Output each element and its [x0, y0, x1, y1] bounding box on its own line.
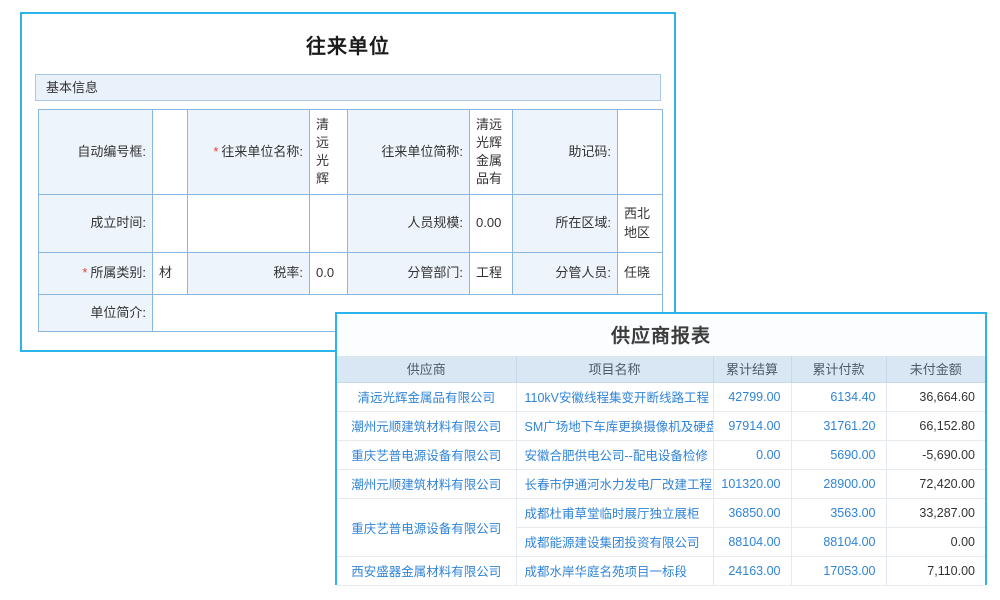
paid-cell: 5690.00 — [791, 440, 886, 469]
report-title: 供应商报表 — [337, 314, 985, 356]
supplier-cell[interactable]: 潮州元顺建筑材料有限公司 — [337, 411, 516, 440]
section-header-basic-info: 基本信息 — [35, 74, 661, 101]
required-marker: * — [213, 144, 218, 159]
settled-cell: 88104.00 — [713, 527, 791, 556]
table-row: 西安盛器金属材料有限公司 成都水岸华庭名苑项目一标段 24163.00 1705… — [337, 556, 985, 585]
settled-cell: 36850.00 — [713, 498, 791, 527]
region-field[interactable]: 西北地区 — [618, 195, 663, 253]
form-row-1: 自动编号框: *往来单位名称: 清远光辉 往来单位简称: 清远光辉金属品有 助记… — [39, 110, 663, 195]
supplier-cell-merged[interactable]: 重庆艺普电源设备有限公司 — [337, 498, 516, 556]
col-header-supplier: 供应商 — [337, 356, 516, 382]
founding-date-field-2[interactable] — [188, 195, 310, 253]
required-marker: * — [82, 265, 87, 280]
project-cell[interactable]: 长春市伊通河水力发电厂改建工程 — [516, 469, 713, 498]
tax-rate-label: 税率: — [188, 253, 310, 295]
paid-cell: 28900.00 — [791, 469, 886, 498]
partner-short-name-field[interactable]: 清远光辉金属品有 — [470, 110, 513, 195]
founding-date-field-3[interactable] — [310, 195, 348, 253]
col-header-paid: 累计付款 — [791, 356, 886, 382]
supplier-report-panel: 供应商报表 供应商 项目名称 累计结算 累计付款 未付金额 清远光辉金属品有限公… — [335, 312, 987, 585]
profile-label: 单位简介: — [39, 295, 153, 332]
form-row-3: *所属类别: 材 税率: 0.0 分管部门: 工程 分管人员: 任晓 — [39, 253, 663, 295]
supplier-cell[interactable]: 西安盛器金属材料有限公司 — [337, 556, 516, 585]
tax-rate-field[interactable]: 0.0 — [310, 253, 348, 295]
col-header-project: 项目名称 — [516, 356, 713, 382]
supplier-cell[interactable]: 重庆艺普电源设备有限公司 — [337, 440, 516, 469]
project-cell[interactable]: 安徽合肥供电公司--配电设备检修 — [516, 440, 713, 469]
auto-number-label: 自动编号框: — [39, 110, 153, 195]
paid-cell: 31761.20 — [791, 411, 886, 440]
paid-cell: 88104.00 — [791, 527, 886, 556]
staff-size-field[interactable]: 0.00 — [470, 195, 513, 253]
unpaid-cell: 66,152.80 — [886, 411, 985, 440]
project-cell[interactable]: 成都杜甫草堂临时展厅独立展柜 — [516, 498, 713, 527]
mnemonic-code-label: 助记码: — [513, 110, 618, 195]
settled-cell: 0.00 — [713, 440, 791, 469]
col-header-settled: 累计结算 — [713, 356, 791, 382]
founding-date-label: 成立时间: — [39, 195, 153, 253]
table-row: 潮州元顺建筑材料有限公司 长春市伊通河水力发电厂改建工程 101320.00 2… — [337, 469, 985, 498]
table-row: 潮州元顺建筑材料有限公司 SM广场地下车库更换摄像机及硬盘 97914.00 3… — [337, 411, 985, 440]
unpaid-cell: -5,690.00 — [886, 440, 985, 469]
partner-name-field[interactable]: 清远光辉 — [310, 110, 348, 195]
partner-short-name-label: 往来单位简称: — [348, 110, 470, 195]
paid-cell: 3563.00 — [791, 498, 886, 527]
report-header-row: 供应商 项目名称 累计结算 累计付款 未付金额 — [337, 356, 985, 382]
settled-cell: 24163.00 — [713, 556, 791, 585]
partner-form-panel: 往来单位 基本信息 自动编号框: *往来单位名称: 清远光辉 往来单位简称: 清… — [20, 12, 676, 352]
category-field[interactable]: 材 — [153, 253, 188, 295]
settled-cell: 101320.00 — [713, 469, 791, 498]
project-cell[interactable]: SM广场地下车库更换摄像机及硬盘 — [516, 411, 713, 440]
paid-cell: 6134.40 — [791, 382, 886, 411]
supplier-cell[interactable]: 清远光辉金属品有限公司 — [337, 382, 516, 411]
supplier-cell[interactable]: 潮州元顺建筑材料有限公司 — [337, 469, 516, 498]
col-header-unpaid: 未付金额 — [886, 356, 985, 382]
unpaid-cell: 36,664.60 — [886, 382, 985, 411]
manager-label: 分管人员: — [513, 253, 618, 295]
settled-cell: 42799.00 — [713, 382, 791, 411]
page-title: 往来单位 — [22, 30, 674, 59]
table-row: 重庆艺普电源设备有限公司 成都杜甫草堂临时展厅独立展柜 36850.00 356… — [337, 498, 985, 527]
form-row-2: 成立时间: 人员规模: 0.00 所在区域: 西北地区 — [39, 195, 663, 253]
project-cell[interactable]: 成都能源建设集团投资有限公司 — [516, 527, 713, 556]
partner-form-table: 自动编号框: *往来单位名称: 清远光辉 往来单位简称: 清远光辉金属品有 助记… — [38, 109, 663, 332]
table-row: 清远光辉金属品有限公司 110kV安徽线程集变开断线路工程 42799.00 6… — [337, 382, 985, 411]
table-row: 重庆艺普电源设备有限公司 安徽合肥供电公司--配电设备检修 0.00 5690.… — [337, 440, 985, 469]
project-cell[interactable]: 成都水岸华庭名苑项目一标段 — [516, 556, 713, 585]
project-cell[interactable]: 110kV安徽线程集变开断线路工程 — [516, 382, 713, 411]
supplier-report-table: 供应商 项目名称 累计结算 累计付款 未付金额 清远光辉金属品有限公司 110k… — [337, 356, 985, 586]
unpaid-cell: 7,110.00 — [886, 556, 985, 585]
department-label: 分管部门: — [348, 253, 470, 295]
unpaid-cell: 72,420.00 — [886, 469, 985, 498]
founding-date-field[interactable] — [153, 195, 188, 253]
department-field[interactable]: 工程 — [470, 253, 513, 295]
paid-cell: 17053.00 — [791, 556, 886, 585]
partner-name-label: *往来单位名称: — [188, 110, 310, 195]
auto-number-field[interactable] — [153, 110, 188, 195]
settled-cell: 97914.00 — [713, 411, 791, 440]
category-label: *所属类别: — [39, 253, 153, 295]
unpaid-cell: 33,287.00 — [886, 498, 985, 527]
region-label: 所在区域: — [513, 195, 618, 253]
manager-field[interactable]: 任晓 — [618, 253, 663, 295]
staff-size-label: 人员规模: — [348, 195, 470, 253]
mnemonic-code-field[interactable] — [618, 110, 663, 195]
unpaid-cell: 0.00 — [886, 527, 985, 556]
